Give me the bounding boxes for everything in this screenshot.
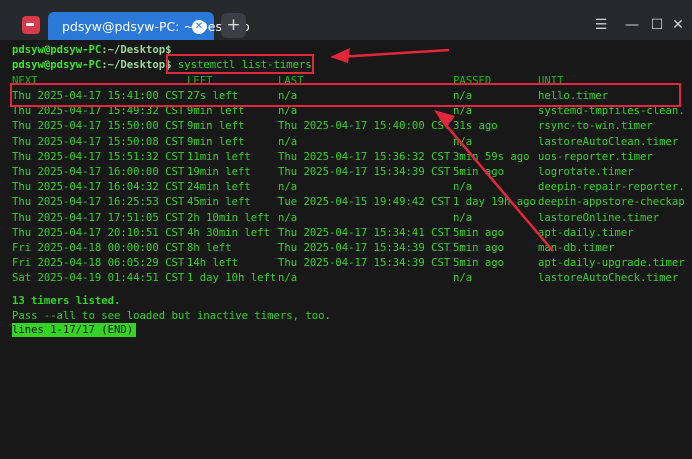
arrow-to-row (439, 117, 554, 252)
arrow-to-command (337, 48, 450, 59)
annotation-arrows (330, 48, 554, 252)
arrow-head-row (434, 110, 455, 128)
arrow-head-command (330, 48, 350, 63)
